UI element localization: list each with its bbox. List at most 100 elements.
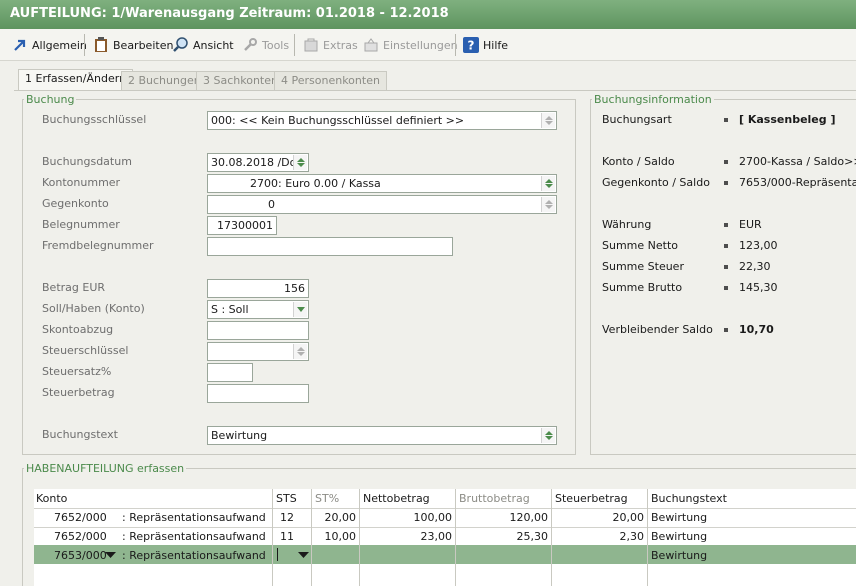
belegnummer-field[interactable]: 17300001 — [207, 216, 277, 235]
arrow-icon — [12, 37, 28, 53]
buchungstext-value: Bewirtung — [211, 429, 268, 442]
cell-netto: 23,00 — [420, 530, 453, 543]
cell-text: Bewirtung — [651, 530, 708, 543]
belegnummer-label: Belegnummer — [42, 218, 120, 231]
cell-kontoname: : Repräsentationsaufwand — [122, 511, 266, 524]
column-header-st[interactable]: ST% — [315, 489, 339, 508]
haben-legend: HABENAUFTEILUNG erfassen — [24, 462, 187, 475]
konto-dropdown-icon[interactable] — [105, 546, 116, 564]
menu-bearbeiten-label: Bearbeiten — [113, 38, 174, 52]
cell-st: 10,00 — [324, 530, 357, 543]
column-header-konto[interactable]: Konto — [36, 489, 67, 508]
cell-konto: 7653/000 — [54, 549, 107, 562]
toolbar: Allgemein Bearbeiten Ansicht Tools Extra… — [0, 29, 856, 61]
bullet-icon — [724, 265, 728, 269]
column-header-nettobetrag[interactable]: Nettobetrag — [363, 489, 430, 508]
menu-ansicht-label: Ansicht — [193, 38, 234, 52]
menu-extras[interactable]: Extras — [303, 36, 358, 54]
summe-netto-label: Summe Netto — [602, 239, 679, 252]
settings-icon — [363, 37, 379, 53]
betrag-field[interactable]: 156 — [207, 279, 309, 298]
skontoabzug-field[interactable] — [207, 321, 309, 340]
spinner-icon[interactable] — [541, 197, 555, 212]
tab-divider — [14, 90, 856, 91]
bullet-icon — [724, 328, 728, 332]
gegenkonto-label: Gegenkonto — [42, 197, 109, 210]
summe-brutto-value: 145,30 — [739, 281, 778, 294]
column-header-bruttobetrag[interactable]: Bruttobetrag — [459, 489, 530, 508]
menu-hilfe[interactable]: ? Hilfe — [463, 36, 508, 54]
menu-einstellungen[interactable]: Einstellungen — [363, 36, 458, 54]
steuerbetrag-field[interactable] — [207, 384, 309, 403]
buchungsdatum-label: Buchungsdatum — [42, 155, 132, 168]
bullet-icon — [724, 286, 728, 290]
gegenkonto-value: 0 — [268, 198, 275, 211]
toolbar-separator — [455, 34, 456, 56]
menu-tools[interactable]: Tools — [242, 36, 289, 54]
konto-saldo-value: 2700-Kassa / Saldo>> 0 — [739, 155, 856, 168]
column-header-steuerbetrag[interactable]: Steuerbetrag — [555, 489, 628, 508]
cell-steuer: 2,30 — [619, 530, 645, 543]
konto-saldo-label: Konto / Saldo — [602, 155, 675, 168]
buchungsschluessel-value: 000: << Kein Buchungsschlüssel definiert… — [211, 114, 465, 127]
sts-dropdown-icon[interactable] — [298, 546, 309, 564]
cell-konto: 7652/000 — [54, 511, 107, 524]
kontonummer-label: Kontonummer — [42, 176, 121, 189]
spinner-icon[interactable] — [293, 344, 307, 359]
menu-allgemein[interactable]: Allgemein — [12, 36, 87, 54]
help-icon: ? — [463, 37, 479, 53]
bullet-icon — [724, 223, 728, 227]
column-header-sts[interactable]: STS — [276, 489, 297, 508]
skontoabzug-label: Skontoabzug — [42, 323, 114, 336]
menu-tools-label: Tools — [262, 38, 290, 52]
summe-steuer-value: 22,30 — [739, 260, 771, 273]
spinner-icon[interactable] — [541, 176, 555, 191]
magnifier-icon — [173, 37, 189, 53]
bullet-icon — [724, 160, 728, 164]
spinner-icon[interactable] — [541, 113, 555, 128]
kontonummer-field[interactable]: 2700: Euro 0.00 / Kassa — [207, 174, 557, 193]
cell-text: Bewirtung — [651, 511, 708, 524]
menu-ansicht[interactable]: Ansicht — [173, 36, 234, 54]
steuerschluessel-field[interactable] — [207, 342, 309, 361]
sollhaben-value: S : Soll — [211, 303, 249, 316]
summe-brutto-label: Summe Brutto — [602, 281, 683, 294]
buchungstext-field[interactable]: Bewirtung — [207, 426, 557, 445]
cell-sts: 12 — [280, 511, 294, 524]
bullet-icon — [724, 118, 728, 122]
cell-brutto: 120,00 — [509, 511, 549, 524]
menu-bearbeiten[interactable]: Bearbeiten — [93, 36, 173, 54]
spinner-icon[interactable] — [541, 428, 555, 443]
tab-sachkonten[interactable]: 3 Sachkonten — [196, 71, 285, 90]
tab-erfassen[interactable]: 1 Erfassen/Ändern — [18, 69, 134, 91]
sollhaben-select[interactable]: S : Soll — [207, 300, 309, 319]
fremdbelegnummer-field[interactable] — [207, 237, 453, 256]
toolbar-separator — [84, 34, 85, 56]
svg-text:?: ? — [468, 39, 475, 53]
column-header-buchungstext[interactable]: Buchungstext — [651, 489, 727, 508]
gegenkonto-field[interactable]: 0 — [207, 195, 557, 214]
cell-steuer: 20,00 — [612, 511, 645, 524]
column-divider — [647, 489, 648, 586]
verbleibender-saldo-label: Verbleibender Saldo — [602, 323, 713, 336]
waehrung-value: EUR — [739, 218, 762, 231]
tab-buchungen[interactable]: 2 Buchungen — [121, 71, 208, 90]
buchungsdatum-field[interactable]: 30.08.2018 /Do — [207, 153, 309, 172]
buchungstext-label: Buchungstext — [42, 428, 118, 441]
bullet-icon — [724, 181, 728, 185]
buchungsschluessel-field[interactable]: 000: << Kein Buchungsschlüssel definiert… — [207, 111, 557, 130]
menu-hilfe-label: Hilfe — [483, 38, 509, 52]
kontonummer-value: 2700: Euro 0.00 / Kassa — [250, 177, 381, 190]
menu-allgemein-label: Allgemein — [32, 38, 87, 52]
menu-einstellungen-label: Einstellungen — [383, 38, 458, 52]
column-divider — [272, 489, 273, 586]
extras-icon — [303, 37, 319, 53]
chevron-down-icon[interactable] — [293, 302, 307, 317]
tab-personenkonten[interactable]: 4 Personenkonten — [274, 71, 387, 90]
buchungsdatum-value: 30.08.2018 /Do — [211, 156, 297, 169]
spinner-icon[interactable] — [293, 155, 307, 170]
steuersatz-label: Steuersatz% — [42, 365, 112, 378]
gegenkonto-saldo-value: 7653/000-Repräsentatio — [739, 176, 856, 189]
gegenkonto-saldo-label: Gegenkonto / Saldo — [602, 176, 710, 189]
steuersatz-field[interactable] — [207, 363, 253, 382]
